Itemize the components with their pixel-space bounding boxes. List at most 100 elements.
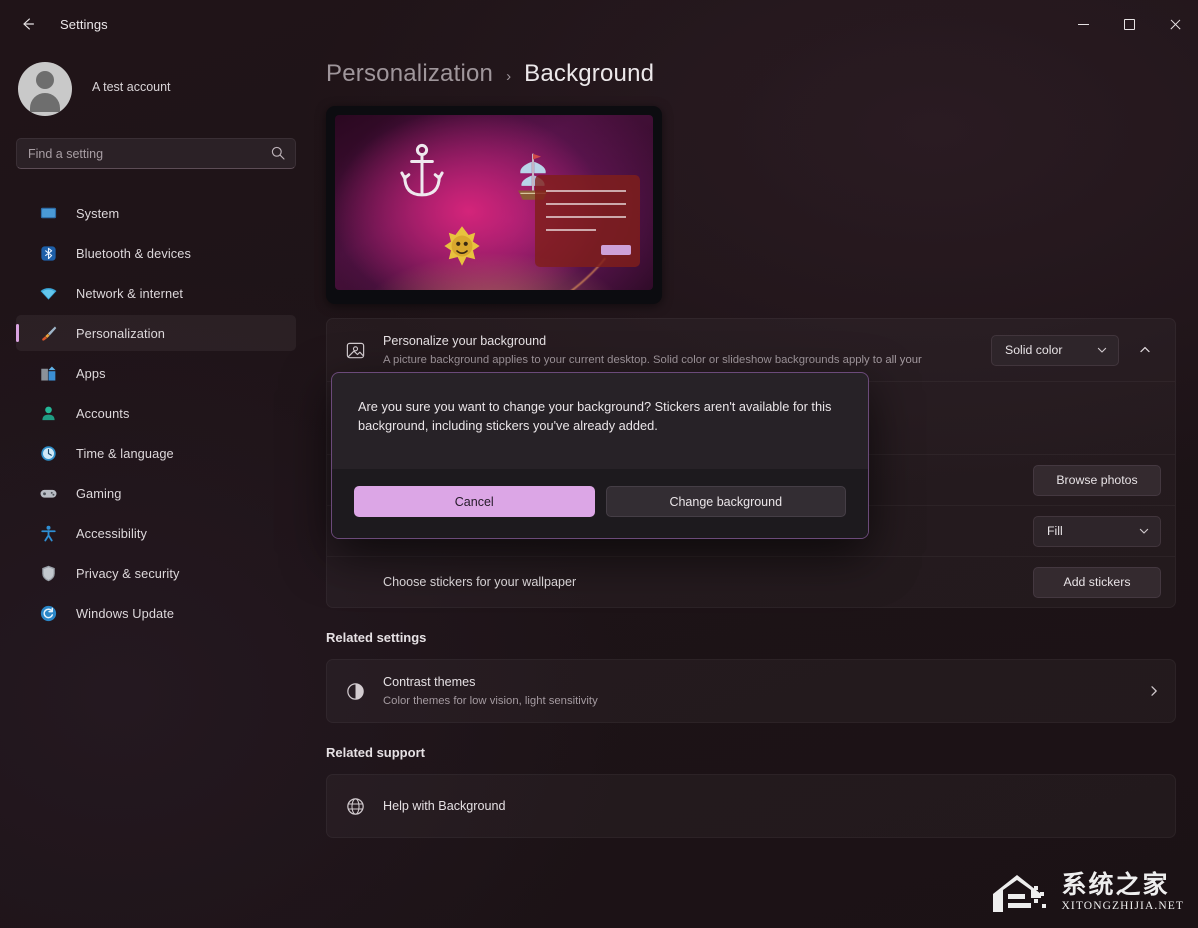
maximize-button[interactable] [1106, 0, 1152, 48]
user-avatar-icon [18, 62, 72, 116]
account-meta: A test account [92, 81, 171, 97]
row-title: Personalize your background [383, 333, 547, 348]
sidebar-item-network-internet[interactable]: Network & internet [16, 275, 296, 311]
sidebar-item-accessibility[interactable]: Accessibility [16, 515, 296, 551]
window-title: Settings [60, 16, 108, 32]
cancel-button[interactable]: Cancel [354, 486, 595, 517]
window-controls [1060, 0, 1198, 48]
sidebar-item-label: Windows Update [76, 605, 175, 621]
update-refresh-icon [38, 603, 58, 623]
minimize-icon [1077, 23, 1089, 25]
sidebar-item-time-language[interactable]: Time & language [16, 435, 296, 471]
dialog-message: Are you sure you want to change your bac… [358, 399, 832, 433]
sidebar-item-windows-update[interactable]: Windows Update [16, 595, 296, 631]
row-controls: Add stickers [1033, 566, 1161, 598]
sidebar: A test account System [0, 48, 312, 928]
back-arrow-icon [23, 18, 34, 30]
shield-icon [38, 563, 58, 583]
row-contrast-themes[interactable]: Contrast themes Color themes for low vis… [327, 660, 1175, 722]
clock-icon [38, 443, 58, 463]
sidebar-item-label: Network & internet [76, 285, 184, 301]
background-type-value: Solid color [1005, 343, 1063, 357]
minimize-button[interactable] [1060, 0, 1106, 48]
watermark: 系统之家 XITONGZHIJIA.NET [987, 868, 1184, 916]
sidebar-item-label: Gaming [76, 485, 122, 501]
related-settings-heading: Related settings [326, 630, 427, 645]
dialog-footer: Cancel Change background [332, 469, 868, 538]
breadcrumb-separator: › [506, 68, 512, 85]
related-support-card: Help with Background [326, 774, 1176, 838]
sidebar-item-label: System [76, 205, 120, 221]
row-choose-stickers: Choose stickers for your wallpaper Add s… [327, 556, 1175, 607]
desktop-image-fit-value: Fill [1047, 524, 1063, 538]
chevron-down-icon [1139, 528, 1149, 534]
desktop-image-fit-dropdown[interactable]: Fill [1033, 515, 1161, 547]
background-type-dropdown[interactable]: Solid color [991, 334, 1119, 366]
search-input[interactable] [16, 138, 296, 169]
row-controls: Solid color [991, 334, 1161, 366]
chevron-down-icon [1097, 347, 1107, 353]
picture-icon [343, 338, 367, 362]
settings-window: Settings A test account Find a setting S… [0, 0, 1198, 928]
back-button[interactable] [8, 8, 48, 40]
row-subtitle: A picture background applies to your cur… [383, 353, 922, 366]
row-text: Contrast themes Color themes for low vis… [383, 674, 1147, 709]
accessibility-icon [38, 523, 58, 543]
sidebar-item-label: Bluetooth & devices [76, 245, 192, 261]
accounts-icon [38, 403, 58, 423]
row-text: Help with Background [383, 798, 1161, 815]
expand-collapse-button[interactable] [1129, 334, 1161, 366]
row-title: Choose stickers for your wallpaper [383, 574, 577, 589]
browse-photos-button[interactable]: Browse photos [1033, 464, 1161, 496]
maximize-icon [1123, 18, 1135, 30]
row-help-with-background[interactable]: Help with Background [327, 775, 1175, 837]
sidebar-item-label: Accounts [76, 405, 130, 421]
sidebar-item-label: Apps [76, 365, 106, 381]
change-background-button[interactable]: Change background [605, 486, 846, 517]
chevron-up-icon [1140, 346, 1150, 353]
row-subtitle: Color themes for low vision, light sensi… [383, 694, 598, 707]
breadcrumb: Personalization › Background [326, 60, 1198, 88]
sidebar-item-apps[interactable]: Apps [16, 355, 296, 391]
watermark-logo-icon [992, 875, 1046, 912]
wallpaper-dialog-decoration [535, 174, 641, 268]
sidebar-item-bluetooth-devices[interactable]: Bluetooth & devices [16, 235, 296, 271]
row-text: Choose stickers for your wallpaper [383, 574, 1033, 591]
row-title: Help with Background [383, 798, 506, 813]
breadcrumb-parent-link[interactable]: Personalization [326, 60, 493, 88]
bluetooth-icon [38, 243, 58, 263]
add-stickers-button[interactable]: Add stickers [1033, 566, 1161, 598]
globe-icon [343, 794, 367, 818]
sidebar-item-gaming[interactable]: Gaming [16, 475, 296, 511]
sidebar-nav: System Bluetooth & devices Network & int… [16, 195, 296, 631]
watermark-text: 系统之家 XITONGZHIJIA.NET [1062, 872, 1184, 913]
related-settings-card: Contrast themes Color themes for low vis… [326, 659, 1176, 723]
change-background-confirm-dialog: Are you sure you want to change your bac… [331, 372, 869, 539]
sidebar-item-accounts[interactable]: Accounts [16, 395, 296, 431]
sidebar-item-label: Personalization [76, 325, 165, 341]
row-text: Personalize your background A picture ba… [383, 333, 991, 368]
wifi-icon [38, 283, 58, 303]
account-tile[interactable]: A test account [16, 52, 296, 126]
sidebar-item-personalization[interactable]: Personalization [16, 315, 296, 351]
search-container [16, 138, 296, 169]
gamepad-icon [38, 483, 58, 503]
row-controls [1147, 684, 1161, 698]
page-title: Background [524, 60, 655, 87]
sidebar-item-system[interactable]: System [16, 195, 296, 231]
chevron-right-icon [1151, 686, 1157, 696]
sidebar-item-label: Privacy & security [76, 565, 180, 581]
account-name: A test account [92, 81, 171, 94]
dialog-body: Are you sure you want to change your bac… [332, 373, 868, 469]
row-controls: Browse photos [1033, 464, 1161, 496]
watermark-cn-text: 系统之家 [1061, 869, 1170, 899]
anchor-sticker [399, 143, 444, 197]
close-button[interactable] [1152, 0, 1198, 48]
monkey-sticker [444, 225, 480, 266]
sidebar-item-privacy-security[interactable]: Privacy & security [16, 555, 296, 591]
watermark-en-text: XITONGZHIJIA.NET [1061, 899, 1184, 912]
row-controls: Fill [1033, 515, 1161, 547]
apps-icon [38, 363, 58, 383]
title-bar: Settings [0, 0, 1198, 48]
desktop-wallpaper-preview [326, 106, 662, 304]
